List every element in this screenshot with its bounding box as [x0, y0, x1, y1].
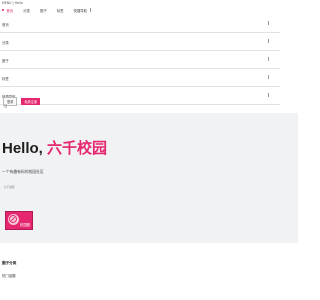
- top-nav-item-quicknav[interactable]: 快捷导航: [74, 8, 91, 13]
- mobile-menu-list: 首页 分类 圈子 标签 快捷导航: [0, 15, 280, 105]
- window-title: MENU | Hello: [2, 1, 23, 5]
- campus-circle-tile[interactable]: 校园圈: [5, 211, 33, 230]
- menu-item-circle[interactable]: 圈子: [0, 51, 280, 69]
- hero-banner: Hello, 六千校园 一个有趣有料的校园社区 六千校园 校园圈: [0, 113, 298, 243]
- top-nav-item-circle[interactable]: 圈子: [40, 8, 47, 13]
- top-nav-label: 快捷导航: [73, 8, 88, 13]
- hero-greeting: Hello,: [2, 140, 43, 157]
- top-nav-label: 圈子: [39, 8, 47, 13]
- menu-item-quicknav[interactable]: 快捷导航: [0, 87, 280, 105]
- active-dot-icon: [2, 8, 5, 12]
- menu-item-label: 标签: [2, 77, 9, 81]
- section-heading-hot-topics: 热门话题: [2, 274, 16, 278]
- chevron-down-icon: [268, 57, 269, 61]
- hero-tiny-text: 六千校园: [4, 186, 15, 189]
- menu-item-label: 首页: [2, 23, 9, 27]
- top-nav-label: 分类: [23, 8, 30, 13]
- menu-item-category[interactable]: 分类: [0, 33, 280, 51]
- section-heading-circle-category: 圈子分类: [2, 261, 17, 265]
- chevron-down-icon: [268, 93, 269, 97]
- leaf-icon: [7, 213, 19, 225]
- chevron-down-icon: [268, 75, 269, 79]
- chevron-down-icon: [268, 21, 269, 25]
- top-nav-label: 标签: [56, 8, 64, 13]
- menu-item-label: 圈子: [2, 59, 9, 63]
- menu-item-tags[interactable]: 标签: [0, 69, 280, 87]
- top-nav: 首页 分类 圈子 标签 快捷导航: [2, 7, 101, 13]
- auth-mark: 注: [4, 103, 8, 108]
- hero-brand: 六千校园: [47, 140, 108, 157]
- tile-label: 校园圈: [19, 223, 30, 227]
- top-nav-item-tags[interactable]: 标签: [57, 8, 64, 13]
- top-nav-label: 首页: [6, 8, 14, 13]
- hero-subtitle: 一个有趣有料的校园社区: [2, 169, 44, 174]
- chevron-down-icon: [89, 8, 91, 12]
- menu-item-home[interactable]: 首页: [0, 15, 280, 33]
- top-nav-item-category[interactable]: 分类: [23, 8, 30, 13]
- menu-item-label: 分类: [2, 41, 9, 45]
- top-nav-item-home[interactable]: 首页: [2, 8, 13, 13]
- hero-title: Hello, 六千校园: [2, 137, 107, 158]
- chevron-down-icon: [268, 39, 269, 43]
- register-button[interactable]: 免费注册: [21, 98, 41, 105]
- auth-buttons: 登录 免费注册: [3, 97, 41, 106]
- page-root: MENU | Hello 首页 分类 圈子 标签 快捷导航 首页 分类 圈子 标…: [0, 0, 300, 300]
